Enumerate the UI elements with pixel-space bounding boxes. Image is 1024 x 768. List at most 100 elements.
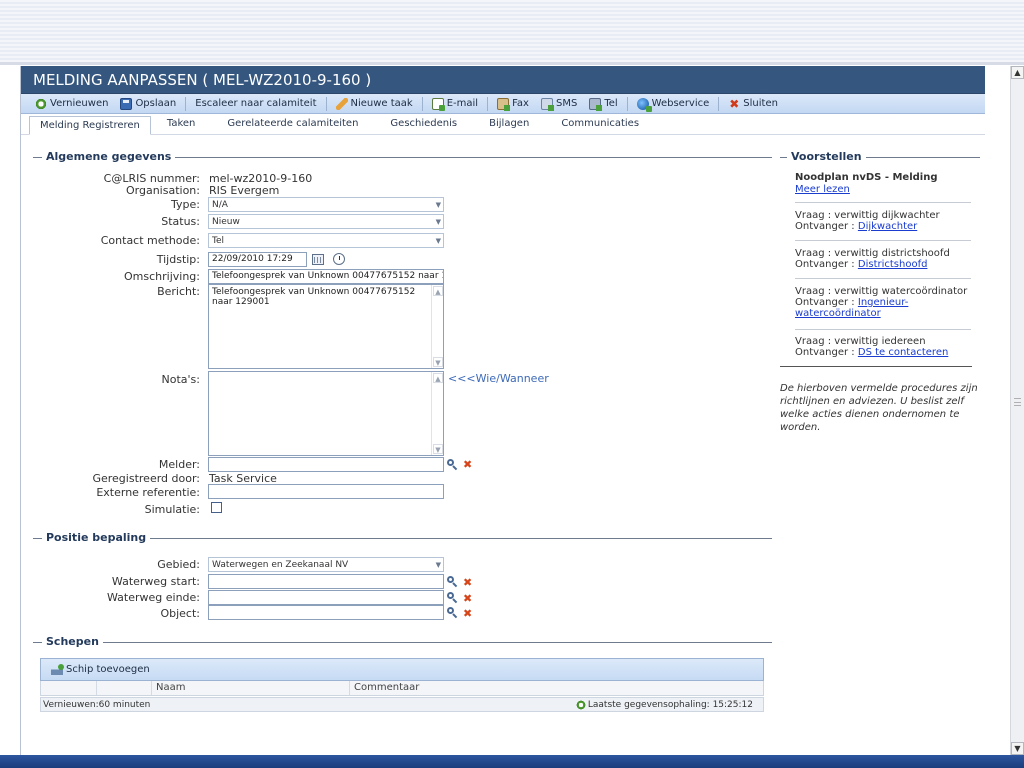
area-label: Gebied:: [157, 558, 200, 571]
clear-icon[interactable]: ✖: [463, 608, 472, 619]
scroll-up-icon[interactable]: ▲: [1011, 66, 1024, 79]
fax-icon: [497, 97, 511, 111]
proposal-item: Vraag : verwittig dijkwachter Ontvanger …: [795, 210, 971, 232]
phone-icon: [589, 97, 603, 111]
tab-taken[interactable]: Taken: [151, 115, 212, 134]
scroll-down-icon[interactable]: ▼: [433, 357, 443, 367]
desktop-divider: [0, 62, 1024, 65]
receiver-label: Ontvanger :: [795, 297, 855, 308]
section-legend-ships: Schepen: [42, 635, 103, 648]
scroll-grip-icon[interactable]: [1014, 398, 1021, 406]
tab-geschiedenis[interactable]: Geschiedenis: [374, 115, 473, 134]
waterway-start-label: Waterweg start:: [111, 575, 200, 588]
read-more-link[interactable]: Meer lezen: [795, 184, 850, 195]
contact-method-select[interactable]: Tel ▼: [208, 233, 444, 248]
save-icon: [120, 97, 133, 110]
notes-label: Nota's:: [161, 373, 200, 386]
tab-melding-registreren[interactable]: Melding Registreren: [29, 116, 151, 135]
organisation-value: RIS Evergem: [209, 184, 280, 197]
type-select[interactable]: N/A ▼: [208, 197, 444, 212]
simulation-checkbox[interactable]: [211, 502, 222, 513]
search-icon[interactable]: [447, 459, 458, 470]
receiver-link-dijkwachter[interactable]: Dijkwachter: [858, 221, 917, 232]
last-fetch-text: Laatste gegevensophaling: 15:25:12: [587, 700, 753, 710]
contact-method-label: Contact methode:: [100, 234, 200, 247]
calendar-icon[interactable]: [312, 254, 324, 265]
window-scrollbar[interactable]: ▲ ▼: [1010, 66, 1024, 755]
grid-column-select[interactable]: [41, 681, 97, 695]
desktop-background-top: [0, 0, 1024, 62]
clear-icon[interactable]: ✖: [463, 459, 472, 470]
plan-block: Noodplan nvDS - Melding Meer lezen: [795, 172, 971, 195]
section-legend-position: Positie bepaling: [42, 531, 151, 544]
notes-textarea[interactable]: ▲ ▼: [208, 371, 444, 456]
tab-gerelateerde-calamiteiten[interactable]: Gerelateerde calamiteiten: [211, 115, 374, 134]
description-input[interactable]: Telefoongesprek van Unknown 00477675152 …: [208, 269, 444, 284]
clock-icon[interactable]: [333, 253, 345, 265]
refresh-icon[interactable]: [575, 700, 586, 710]
fax-button[interactable]: Fax: [491, 96, 535, 112]
close-button[interactable]: ✖ Sluiten: [722, 96, 784, 112]
waterway-start-input[interactable]: [208, 574, 444, 589]
globe-icon: [636, 97, 652, 112]
close-label: Sluiten: [743, 98, 778, 109]
textarea-scrollbar[interactable]: ▲ ▼: [431, 372, 443, 455]
grid-column-actions[interactable]: [97, 681, 152, 695]
tab-communicaties[interactable]: Communicaties: [545, 115, 655, 134]
sms-button[interactable]: SMS: [535, 96, 583, 112]
time-input[interactable]: 22/09/2010 17:29: [208, 252, 307, 267]
search-icon[interactable]: [447, 576, 458, 587]
message-textarea[interactable]: Telefoongesprek van Unknown 00477675152 …: [208, 284, 444, 369]
search-icon[interactable]: [447, 607, 458, 618]
close-icon: ✖: [729, 96, 740, 111]
tab-bar: Melding Registreren Taken Gerelateerde c…: [21, 115, 985, 135]
grid-column-name[interactable]: Naam: [152, 681, 350, 695]
chevron-down-icon: ▼: [435, 237, 441, 245]
type-label: Type:: [171, 198, 200, 211]
toolbar-separator: [626, 96, 628, 111]
registered-by-label: Geregistreerd door:: [92, 472, 200, 485]
window-title: MELDING AANPASSEN ( MEL-WZ2010-9-160 ): [21, 66, 985, 94]
ship-add-icon: [51, 664, 64, 675]
scroll-up-icon[interactable]: ▲: [433, 286, 443, 296]
email-button[interactable]: E-mail: [426, 96, 484, 112]
tab-bijlagen[interactable]: Bijlagen: [473, 115, 545, 134]
proposal-question: Vraag : verwittig dijkwachter: [795, 210, 940, 221]
search-icon[interactable]: [447, 592, 458, 603]
contact-method-value: Tel: [212, 236, 225, 246]
clear-icon[interactable]: ✖: [463, 577, 472, 588]
textarea-scrollbar[interactable]: ▲ ▼: [431, 285, 443, 368]
proposal-question: Vraag : verwittig iedereen: [795, 336, 926, 347]
new-task-button[interactable]: Nieuwe taak: [330, 96, 419, 112]
clear-icon[interactable]: ✖: [463, 593, 472, 604]
refresh-label: Vernieuwen: [50, 98, 109, 109]
area-value: Waterwegen en Zeekanaal NV: [212, 560, 349, 570]
object-input[interactable]: [208, 605, 444, 620]
area-select[interactable]: Waterwegen en Zeekanaal NV ▼: [208, 557, 444, 572]
receiver-link-ds-te-contacteren[interactable]: DS te contacteren: [858, 347, 948, 358]
save-button[interactable]: Opslaan: [114, 96, 182, 112]
waterway-end-input[interactable]: [208, 590, 444, 605]
who-when-link[interactable]: <<<Wie/Wanneer: [448, 372, 549, 385]
webservice-button[interactable]: Webservice: [631, 96, 716, 112]
receiver-link-districtshoofd[interactable]: Districtshoofd: [858, 259, 928, 270]
object-label: Object:: [160, 607, 200, 620]
status-select[interactable]: Nieuw ▼: [208, 214, 444, 229]
receiver-link-watercoordinator[interactable]: watercoördinator: [795, 308, 881, 319]
escalate-button[interactable]: Escaleer naar calamiteit: [189, 96, 322, 112]
refresh-button[interactable]: Vernieuwen: [29, 96, 114, 112]
reporter-input[interactable]: [208, 457, 444, 472]
scroll-down-icon[interactable]: ▼: [1011, 742, 1024, 755]
section-legend-general: Algemene gegevens: [42, 150, 176, 163]
grid-column-comment[interactable]: Commentaar: [350, 681, 764, 695]
tel-button[interactable]: Tel: [583, 96, 623, 112]
receiver-label: Ontvanger :: [795, 259, 855, 270]
proposal-question: Vraag : verwittig districtshoofd: [795, 248, 950, 259]
external-reference-input[interactable]: [208, 484, 444, 499]
pencil-icon: [335, 97, 348, 110]
add-ship-button[interactable]: Schip toevoegen: [51, 664, 150, 675]
receiver-link-ingenieur[interactable]: Ingenieur-: [858, 297, 908, 308]
scroll-down-icon[interactable]: ▼: [433, 444, 443, 454]
scroll-up-icon[interactable]: ▲: [433, 373, 443, 383]
proposal-divider: [795, 278, 971, 279]
